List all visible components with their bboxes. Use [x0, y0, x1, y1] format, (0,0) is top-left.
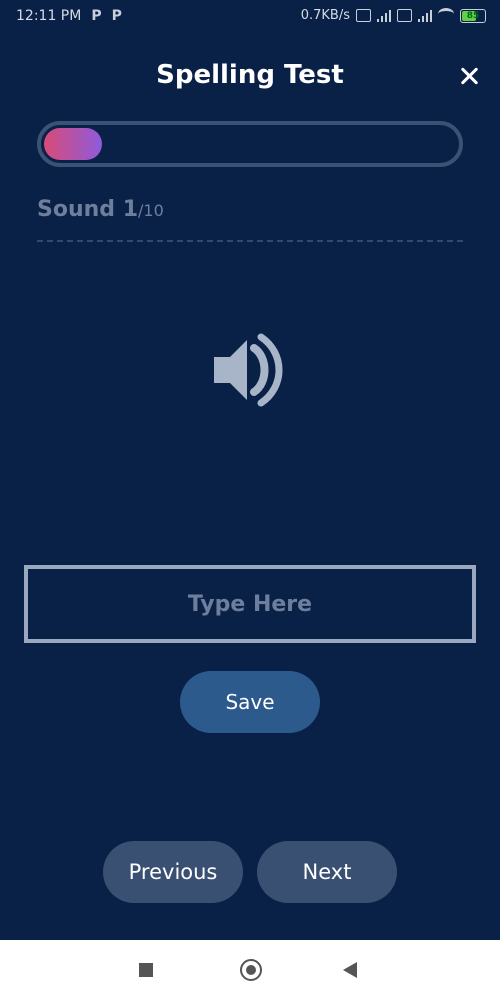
status-left: 12:11 PM P P	[16, 8, 122, 24]
progress-fill	[44, 128, 102, 160]
sim-icon-2	[397, 9, 412, 22]
network-speed: 0.7KB/s	[300, 8, 350, 23]
notification-p-icon-1: P	[91, 8, 102, 24]
status-bar: 12:11 PM P P 0.7KB/s 85	[0, 0, 500, 34]
battery-level: 85	[466, 10, 480, 21]
sound-label: Sound	[37, 197, 116, 222]
page-title: Spelling Test	[156, 60, 344, 90]
home-icon[interactable]	[240, 959, 262, 981]
sound-total: /10	[138, 201, 164, 220]
progress-track	[37, 121, 463, 167]
previous-button[interactable]: Previous	[103, 841, 243, 903]
system-navigation-bar	[0, 940, 500, 1000]
sound-current: 1	[122, 197, 139, 222]
wifi-icon	[438, 8, 454, 23]
battery-icon: 85	[460, 8, 486, 23]
close-icon[interactable]	[458, 62, 480, 90]
status-time: 12:11 PM	[16, 8, 82, 24]
status-right: 0.7KB/s 85	[301, 8, 486, 23]
sim-icon	[356, 9, 371, 22]
next-button[interactable]: Next	[257, 841, 397, 903]
recent-apps-icon[interactable]	[139, 963, 153, 977]
signal-icon	[377, 9, 391, 22]
answer-input[interactable]	[24, 565, 476, 643]
save-button[interactable]: Save	[180, 671, 320, 733]
back-icon[interactable]	[343, 962, 357, 978]
signal-icon-2	[418, 9, 432, 22]
sound-counter: Sound 1/10	[37, 197, 164, 222]
speaker-icon[interactable]	[210, 330, 290, 410]
divider	[37, 240, 463, 242]
notification-p-icon-2: P	[111, 8, 122, 24]
